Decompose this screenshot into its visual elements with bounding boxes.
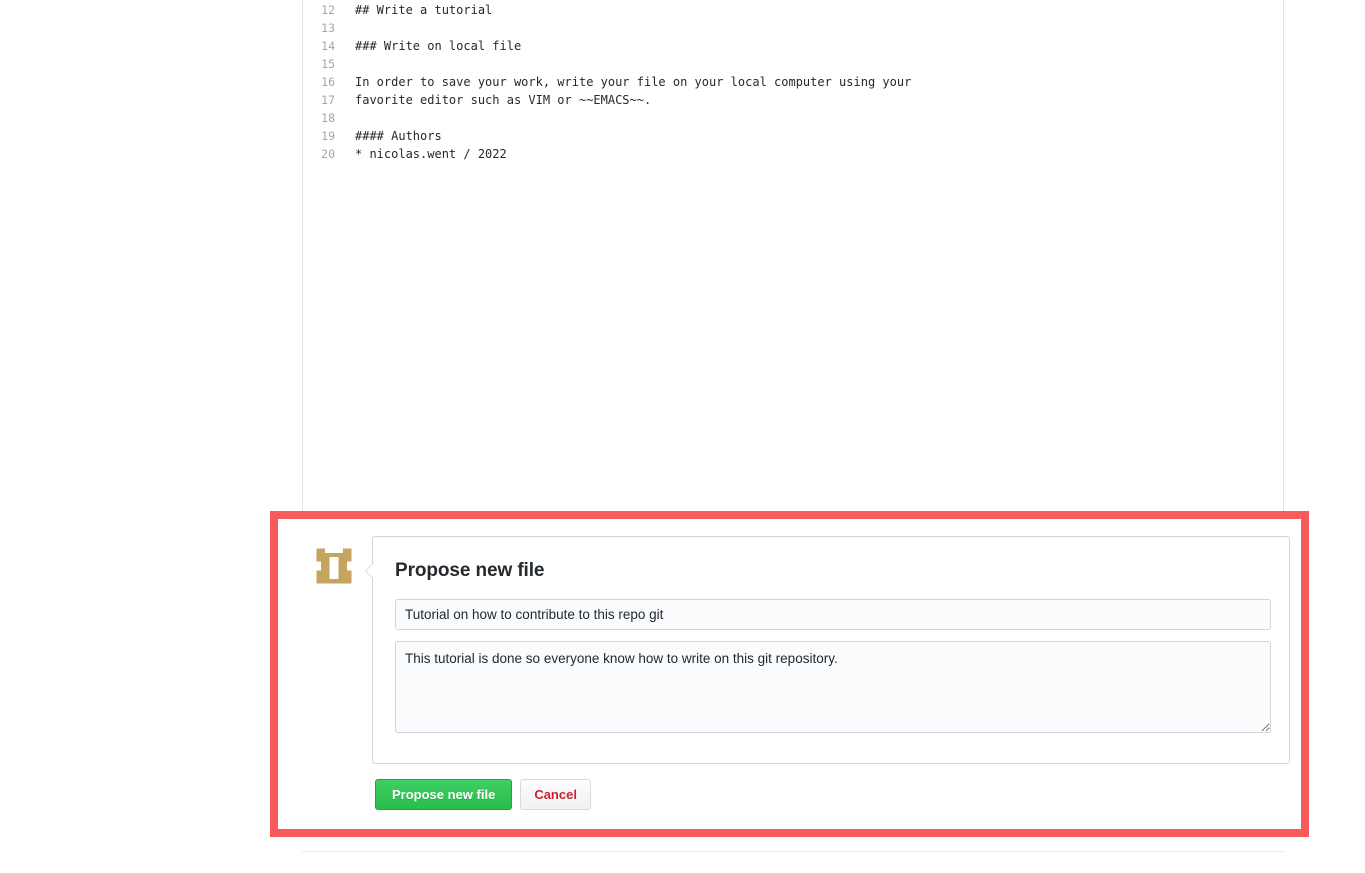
section-divider [302,851,1284,852]
line-number: 15 [321,57,335,71]
line-content[interactable]: ## Write a tutorial [345,1,492,19]
commit-title-input[interactable] [395,599,1271,630]
user-identicon-avatar[interactable] [312,544,356,588]
line-number: 16 [321,75,335,89]
identicon-icon [312,544,356,588]
form-actions: Propose new file Cancel [375,779,591,810]
code-line-list: 12 ## Write a tutorial 13 14 ### Write o… [303,0,1283,163]
commit-form-body: Propose new file [373,537,1289,753]
line-content[interactable]: In order to save your work, write your f… [345,73,911,91]
cancel-button[interactable]: Cancel [520,779,591,810]
code-line: 20 * nicolas.went / 2022 [303,145,1283,163]
line-number: 20 [321,147,335,161]
code-line: 12 ## Write a tutorial [303,1,1283,19]
line-number: 19 [321,129,335,143]
markdown-file-editor[interactable]: 12 ## Write a tutorial 13 14 ### Write o… [302,0,1284,512]
line-number: 12 [321,3,335,17]
line-content[interactable]: favorite editor such as VIM or ~~EMACS~~… [345,91,651,109]
code-line: 13 [303,19,1283,37]
line-number: 17 [321,93,335,107]
line-number: 14 [321,39,335,53]
code-line: 17 favorite editor such as VIM or ~~EMAC… [303,91,1283,109]
code-line: 16 In order to save your work, write you… [303,73,1283,91]
commit-description-textarea[interactable] [395,641,1271,733]
commit-form-section: Propose new file Propose new file Cancel [278,519,1301,829]
line-content[interactable]: #### Authors [345,127,442,145]
code-line: 19 #### Authors [303,127,1283,145]
line-number: 13 [321,21,335,35]
propose-new-file-button[interactable]: Propose new file [375,779,513,810]
commit-form-bubble: Propose new file [365,536,1290,764]
line-content[interactable]: ### Write on local file [345,37,521,55]
code-line: 14 ### Write on local file [303,37,1283,55]
code-line: 15 [303,55,1283,73]
page-title: Propose new file [395,560,545,581]
line-number: 18 [321,111,335,125]
page-root: 12 ## Write a tutorial 13 14 ### Write o… [0,0,1365,873]
code-line: 18 [303,109,1283,127]
line-content[interactable]: * nicolas.went / 2022 [345,145,507,163]
